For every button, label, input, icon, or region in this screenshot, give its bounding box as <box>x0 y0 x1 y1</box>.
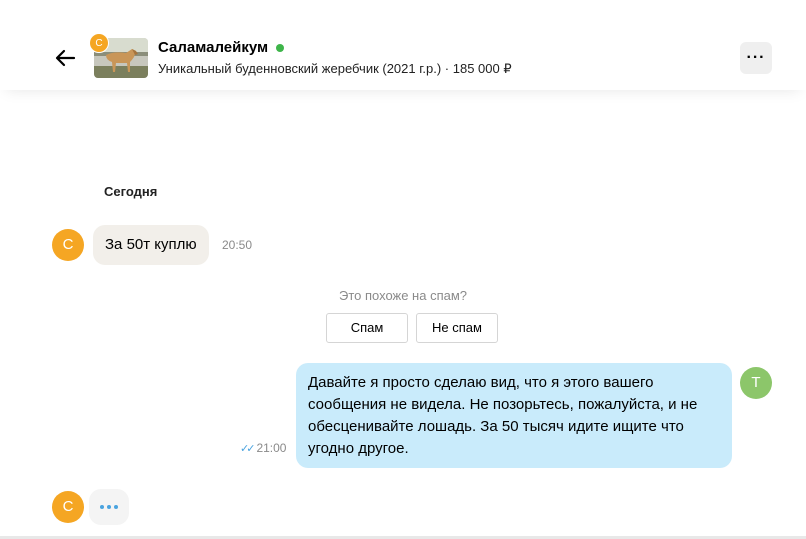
seller-avatar-typing[interactable]: С <box>52 491 84 523</box>
chat-title: Саламалейкум <box>158 39 285 56</box>
incoming-message-time: 20:50 <box>222 238 253 252</box>
date-separator: Сегодня <box>104 184 158 199</box>
typing-indicator <box>89 489 129 525</box>
chat-title-text: Саламалейкум <box>158 39 269 56</box>
outgoing-message-time: 21:00 <box>256 441 287 455</box>
listing-subtitle[interactable]: Уникальный буденновский жеребчик (2021 г… <box>158 61 512 77</box>
not-spam-button[interactable]: Не спам <box>416 313 498 343</box>
back-arrow-icon[interactable] <box>52 44 80 72</box>
seller-avatar-small: С <box>89 33 109 53</box>
spam-button[interactable]: Спам <box>326 313 408 343</box>
chat-header: С Саламалейкум Уникальный буденновский ж… <box>0 0 806 90</box>
online-status-icon <box>276 43 285 52</box>
typing-dot <box>107 505 111 509</box>
incoming-message: За 50т куплю <box>93 225 209 265</box>
user-avatar[interactable]: Т <box>740 367 772 399</box>
outgoing-message-meta: ✓✓ 21:00 <box>240 441 286 455</box>
seller-avatar[interactable]: С <box>52 229 84 261</box>
spam-question: Это похоже на спам? <box>338 288 468 303</box>
typing-dot <box>100 505 104 509</box>
double-check-icon: ✓✓ <box>240 442 256 455</box>
more-options-button[interactable]: ··· <box>740 42 772 74</box>
outgoing-message: Давайте я просто сделаю вид, что я этого… <box>296 363 732 468</box>
typing-dot <box>114 505 118 509</box>
